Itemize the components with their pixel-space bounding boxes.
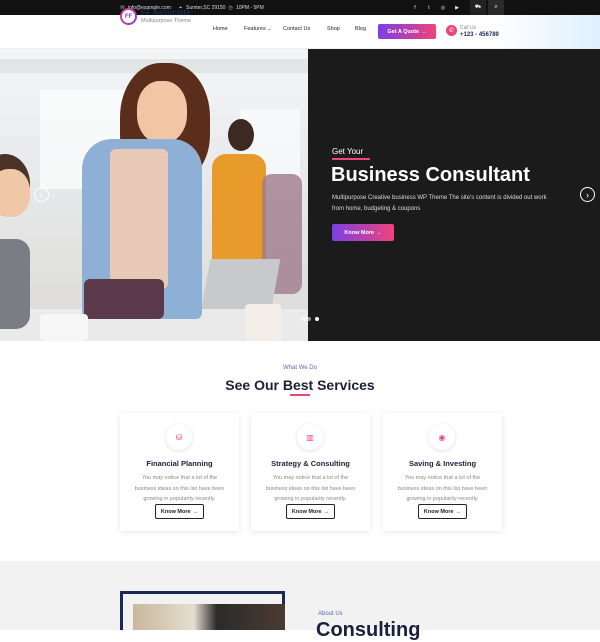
- get-quote-label: Get A Quote: [387, 28, 420, 35]
- nav-features-label: Features: [244, 26, 266, 32]
- logo[interactable]: FF: [120, 8, 137, 25]
- nav-contact[interactable]: Contact Us: [283, 26, 310, 32]
- service-button-label: Know More: [423, 508, 454, 515]
- nav-home[interactable]: Home: [213, 26, 228, 32]
- service-button-label: Know More: [160, 508, 191, 515]
- coins-icon: ⛁: [166, 424, 192, 450]
- search-icon[interactable]: ⌕: [488, 0, 504, 15]
- topbar-location-text: Sumter,SC 29150: [186, 5, 226, 11]
- chevron-right-icon: ›: [586, 189, 589, 200]
- nav-shop[interactable]: Shop: [327, 26, 340, 32]
- services-title-underline: [290, 394, 310, 396]
- hero-title: Business Consultant: [331, 164, 530, 186]
- service-know-more-button[interactable]: Know More →: [286, 504, 335, 519]
- cart-icon[interactable]: ⛟: [470, 0, 486, 15]
- piggy-bank-icon: ◉: [429, 424, 455, 450]
- site-header: [0, 15, 600, 49]
- nav-features[interactable]: Features ⌄: [244, 26, 271, 32]
- services-title: See Our Best Services: [225, 377, 375, 393]
- about-image: [133, 604, 285, 630]
- chevron-down-icon: ⌄: [267, 26, 272, 32]
- logo-mark-text: FF: [122, 10, 135, 23]
- hero-button-label: Know More: [344, 229, 375, 236]
- arrow-right-icon: →: [421, 28, 427, 35]
- service-button-label: Know More: [291, 508, 322, 515]
- instagram-icon[interactable]: ◎: [436, 0, 450, 15]
- slider-dot-1[interactable]: [301, 317, 311, 321]
- phone-icon: ✆: [446, 25, 457, 36]
- about-title: Consulting: [316, 619, 421, 641]
- service-card-title: Financial Planning: [146, 459, 213, 468]
- youtube-icon[interactable]: ▶: [450, 0, 464, 15]
- call-us-label: Call Us: [460, 25, 477, 31]
- hero-kicker-underline: [332, 158, 370, 160]
- arrow-right-icon: →: [192, 508, 199, 515]
- twitter-icon[interactable]: t: [422, 0, 436, 15]
- nav-blog[interactable]: Blog: [355, 26, 366, 32]
- slider-prev-button[interactable]: ‹: [34, 187, 49, 202]
- clock-icon: ◷: [228, 5, 233, 11]
- chevron-left-icon: ‹: [40, 189, 43, 200]
- service-card-saving-investing: ◉ Saving & Investing You may notice that…: [383, 413, 502, 531]
- service-card-text: You may notice that a lot of the busines…: [397, 475, 488, 502]
- service-card-title: Strategy & Consulting: [271, 459, 350, 468]
- service-card-strategy-consulting: ▥ Strategy & Consulting You may notice t…: [251, 413, 370, 531]
- service-card-text: You may notice that a lot of the busines…: [265, 475, 356, 502]
- topbar-hours-text: 10PM - 5PM: [236, 5, 264, 11]
- services-kicker: What We Do: [283, 365, 317, 371]
- service-card-financial-planning: ⛁ Financial Planning You may notice that…: [120, 413, 239, 531]
- top-bar: ✉ info@example.com ⌖ Sumter,SC 29150 ◷ 1…: [0, 0, 600, 15]
- service-know-more-button[interactable]: Know More →: [418, 504, 467, 519]
- hero-kicker: Get Your: [332, 147, 364, 156]
- hero-know-more-button[interactable]: Know More →: [332, 224, 394, 241]
- arrow-right-icon: →: [323, 508, 330, 515]
- arrow-right-icon: →: [455, 508, 462, 515]
- header-gradient: [490, 15, 600, 49]
- facebook-icon[interactable]: f: [408, 0, 422, 15]
- bar-chart-icon: ▥: [297, 424, 323, 450]
- call-us-number[interactable]: +123 - 456789: [460, 32, 499, 38]
- about-section: [0, 561, 600, 630]
- get-quote-button[interactable]: Get A Quote →: [378, 24, 436, 39]
- arrow-right-icon: →: [376, 229, 382, 236]
- social-links: f t ◎ ▶: [408, 0, 464, 15]
- service-know-more-button[interactable]: Know More →: [155, 504, 204, 519]
- slider-next-button[interactable]: ›: [580, 187, 595, 202]
- logo-name[interactable]: FF Associate: [141, 8, 191, 17]
- about-kicker: About Us: [318, 611, 343, 617]
- hero-description: Multipurpose Creative business WP Theme …: [332, 195, 547, 212]
- topbar-hours: ◷ 10PM - 5PM: [228, 5, 264, 11]
- service-card-title: Saving & Investing: [408, 459, 477, 468]
- service-card-text: You may notice that a lot of the busines…: [134, 475, 225, 502]
- logo-tagline: Multipurpose Theme: [141, 18, 192, 24]
- slider-dot-2[interactable]: [315, 317, 319, 321]
